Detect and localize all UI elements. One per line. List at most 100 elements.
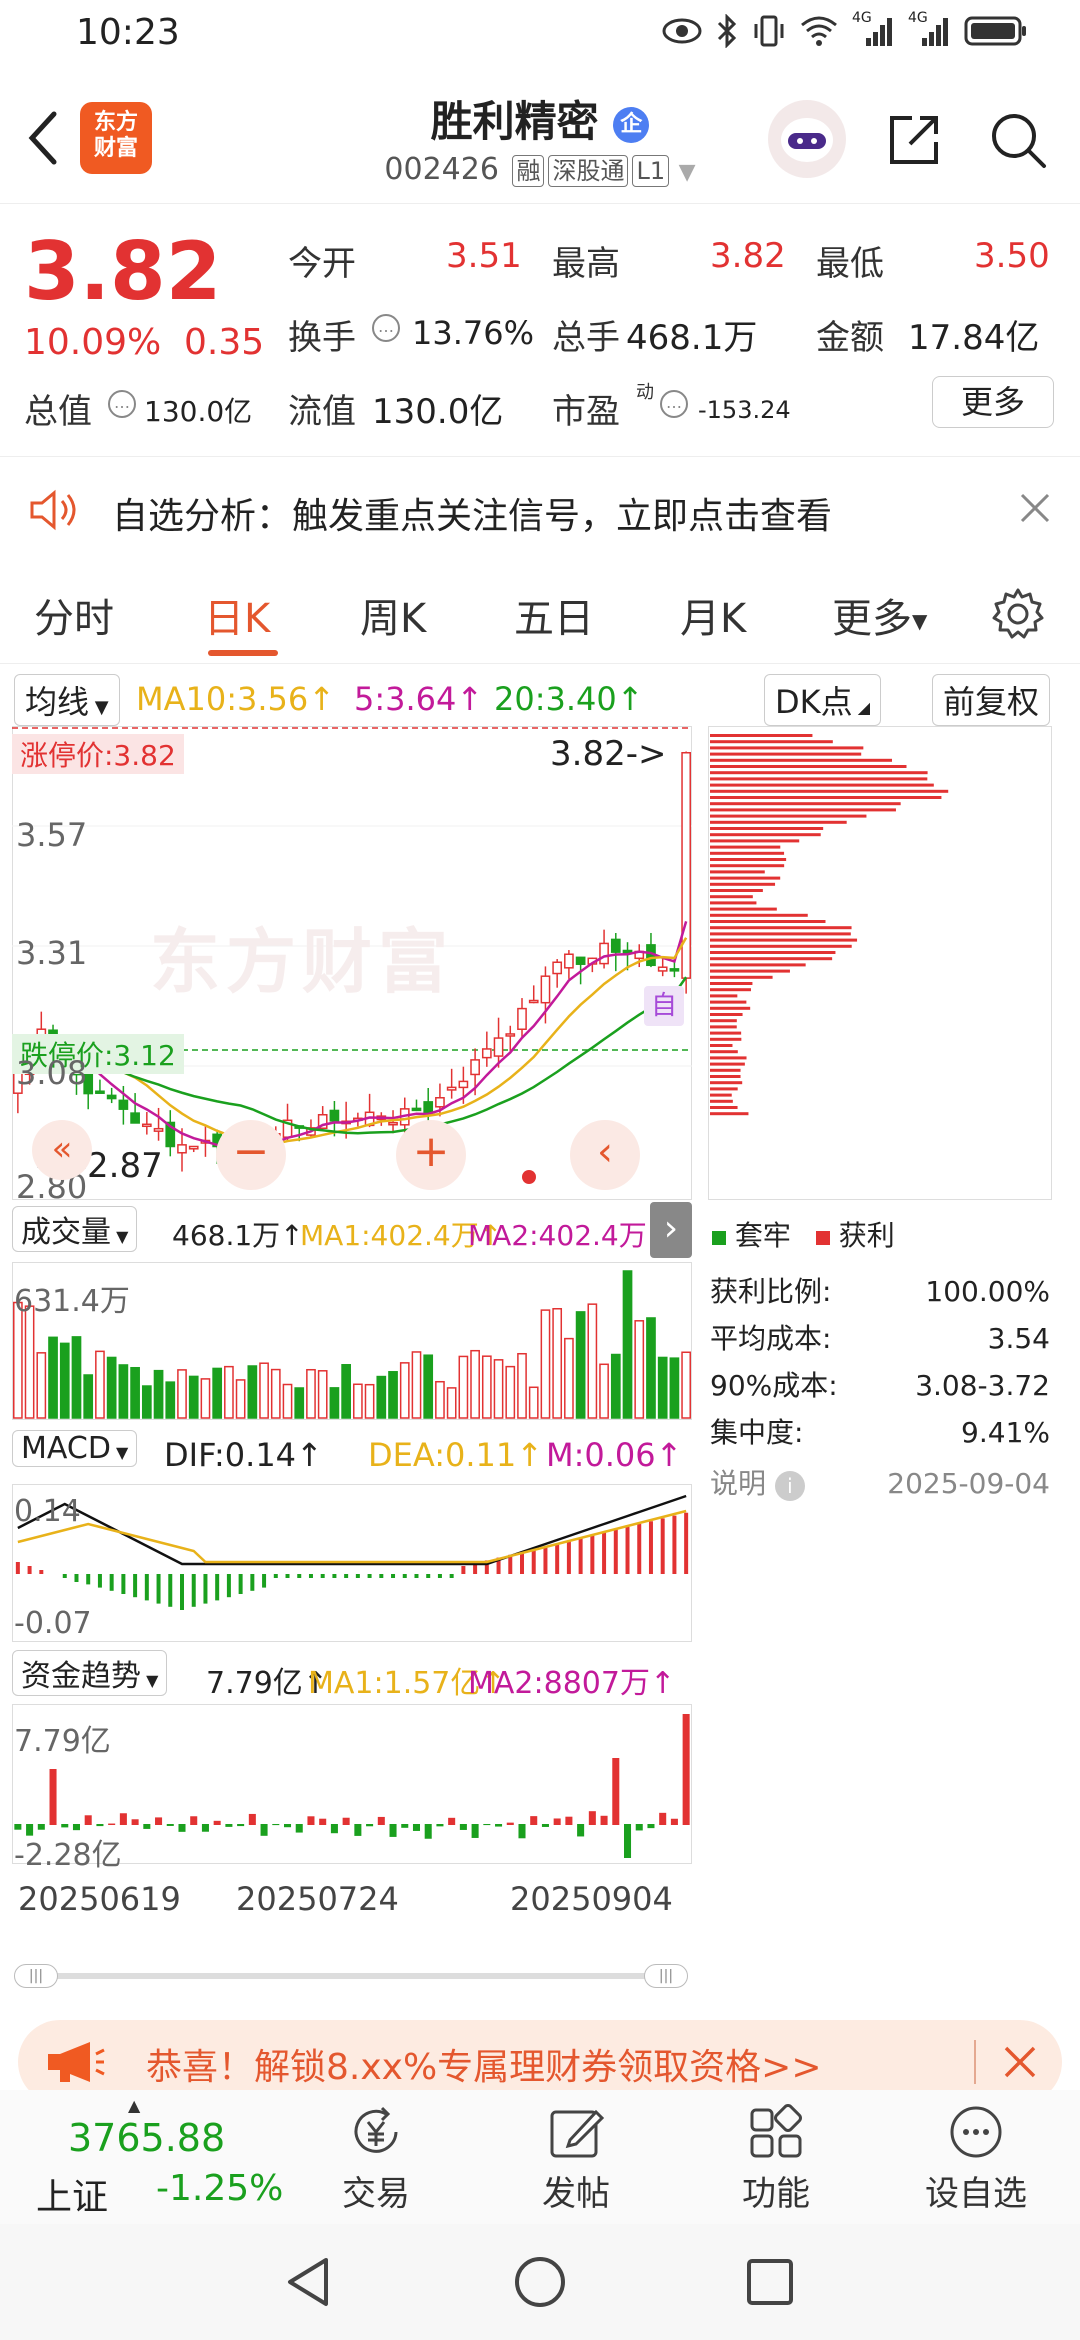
chip-bar (710, 827, 824, 830)
adjust-button[interactable]: 前复权 (932, 674, 1051, 726)
range-handle-right[interactable]: ||| (644, 1964, 688, 1988)
chip-bar (710, 913, 808, 917)
zoom-out-button[interactable]: − (216, 1120, 286, 1190)
robot-avatar[interactable] (768, 100, 846, 178)
chip-bar (710, 845, 781, 849)
fund-bar (319, 1818, 327, 1825)
chip-bar (710, 839, 800, 843)
float-value: 130.0亿 (372, 392, 504, 432)
zoom-in-button[interactable]: + (396, 1120, 466, 1190)
info-icon[interactable]: i (774, 1471, 805, 1501)
volume-bar (446, 1387, 457, 1419)
range-handle-left[interactable]: ||| (14, 1964, 58, 1988)
tab-more[interactable]: 更多▼ (832, 586, 927, 644)
indicator-select[interactable]: 均线 ▼ (14, 674, 120, 726)
scroll-left-fast-button[interactable]: « (32, 1120, 92, 1180)
chip-bar (710, 734, 813, 737)
more-quote-button[interactable]: 更多 (932, 376, 1054, 428)
chip-bar (710, 895, 753, 899)
candle-body (153, 1127, 164, 1132)
dk-label: DK点 (775, 683, 853, 721)
volume-bar (470, 1349, 480, 1419)
scroll-left-button[interactable]: ‹ (570, 1120, 640, 1190)
share-icon[interactable] (884, 110, 944, 170)
chip-bar (710, 1000, 747, 1004)
index-ticker[interactable]: ▲ 3765.88 上证 -1.25% (0, 2090, 283, 2224)
fund-indicator-select[interactable]: 资金趋势 ▼ (12, 1650, 168, 1696)
chip-stat-row: 平均成本: 3.54 (710, 1315, 1050, 1362)
nav-trade[interactable]: 交易 (276, 2090, 476, 2215)
volume-bar (188, 1375, 199, 1419)
chip-bar (710, 932, 851, 936)
nav-post[interactable]: 发帖 (476, 2090, 676, 2215)
tab-daily[interactable]: 日K (204, 586, 270, 644)
chip-note-row[interactable]: 说明 i 2025-09-04 (710, 1460, 1050, 1507)
info-icon[interactable]: … (108, 390, 136, 418)
tab-weekly[interactable]: 周K (360, 586, 426, 644)
candle-body (177, 1144, 187, 1154)
expand-panel-button[interactable]: › (650, 1202, 692, 1258)
volume-ma2: MA2:402.4万↑ (468, 1219, 671, 1252)
close-icon[interactable] (1018, 491, 1052, 525)
home-circle-icon[interactable] (512, 2254, 568, 2310)
candle-body (528, 999, 539, 1004)
tab-intraday[interactable]: 分时 (34, 586, 114, 644)
volume-current: 468.1万↑ (172, 1219, 304, 1252)
recents-square-icon[interactable] (744, 2256, 796, 2308)
range-track (34, 1973, 668, 1979)
nav-function[interactable]: 功能 (676, 2090, 876, 2215)
volume-bar (646, 1317, 656, 1419)
volume-bar (364, 1383, 375, 1419)
range-slider[interactable]: ||| ||| (14, 1964, 688, 1988)
volume-bar (458, 1355, 469, 1419)
info-icon[interactable]: … (660, 390, 688, 418)
fund-bar (248, 1813, 256, 1825)
back-triangle-icon[interactable] (282, 2254, 334, 2310)
macd-title: MACD (21, 1431, 111, 1466)
dk-point-button[interactable]: DK点 ◢ (764, 674, 882, 726)
info-icon[interactable]: … (372, 314, 400, 342)
fund-bar (553, 1818, 561, 1825)
chip-bar (710, 746, 864, 750)
macd-ytop: 0.14 (14, 1494, 81, 1529)
volume-bar (24, 1305, 35, 1419)
fund-bar (284, 1824, 292, 1828)
macd-indicator-select[interactable]: MACD ▼ (12, 1430, 138, 1467)
chip-bar (710, 765, 907, 768)
fund-bar (518, 1824, 526, 1839)
volume-value: 468.1万 (626, 318, 758, 358)
candle-body (470, 1059, 480, 1076)
settings-gear-icon[interactable] (990, 586, 1046, 642)
bluetooth-icon (717, 14, 737, 48)
candle-body (657, 966, 668, 972)
chip-stat-row: 获利比例: 100.00% (710, 1268, 1050, 1315)
chip-bar (710, 1006, 751, 1010)
fund-bar (647, 1824, 655, 1829)
notice-bar[interactable]: 自选分析：触发重点关注信号，立即点击查看 (0, 456, 1080, 560)
volume-bar (622, 1270, 633, 1419)
chip-stat-label: 平均成本: (710, 1322, 832, 1355)
volume-bar (353, 1383, 363, 1419)
candle-body (130, 1112, 140, 1124)
nav-add-watchlist[interactable]: 设自选 (876, 2090, 1076, 2215)
fund-bar (401, 1824, 409, 1828)
nav-trade-label: 交易 (342, 2174, 410, 2214)
volume-bar (165, 1381, 176, 1419)
volume-bar (118, 1364, 129, 1419)
tab-monthly[interactable]: 月K (680, 586, 746, 644)
self-mark-badge[interactable]: 自 (644, 986, 684, 1026)
fund-bar (84, 1815, 92, 1825)
tab-five-day[interactable]: 五日 (514, 586, 594, 644)
fund-bar (49, 1769, 57, 1825)
dropdown-icon[interactable]: ▼ (679, 160, 696, 185)
close-icon[interactable] (1002, 2044, 1038, 2080)
chip-bar (710, 858, 787, 861)
search-icon[interactable] (986, 108, 1050, 172)
watermark: 东方财富 (150, 921, 454, 1003)
chip-distribution-chart[interactable] (708, 726, 1052, 1200)
chip-stat-label: 获利比例: (710, 1275, 832, 1308)
fund-bar (448, 1817, 456, 1825)
fund-bar (424, 1824, 432, 1839)
volume-indicator-select[interactable]: 成交量 ▼ (12, 1206, 138, 1252)
candle-body (505, 1033, 516, 1037)
